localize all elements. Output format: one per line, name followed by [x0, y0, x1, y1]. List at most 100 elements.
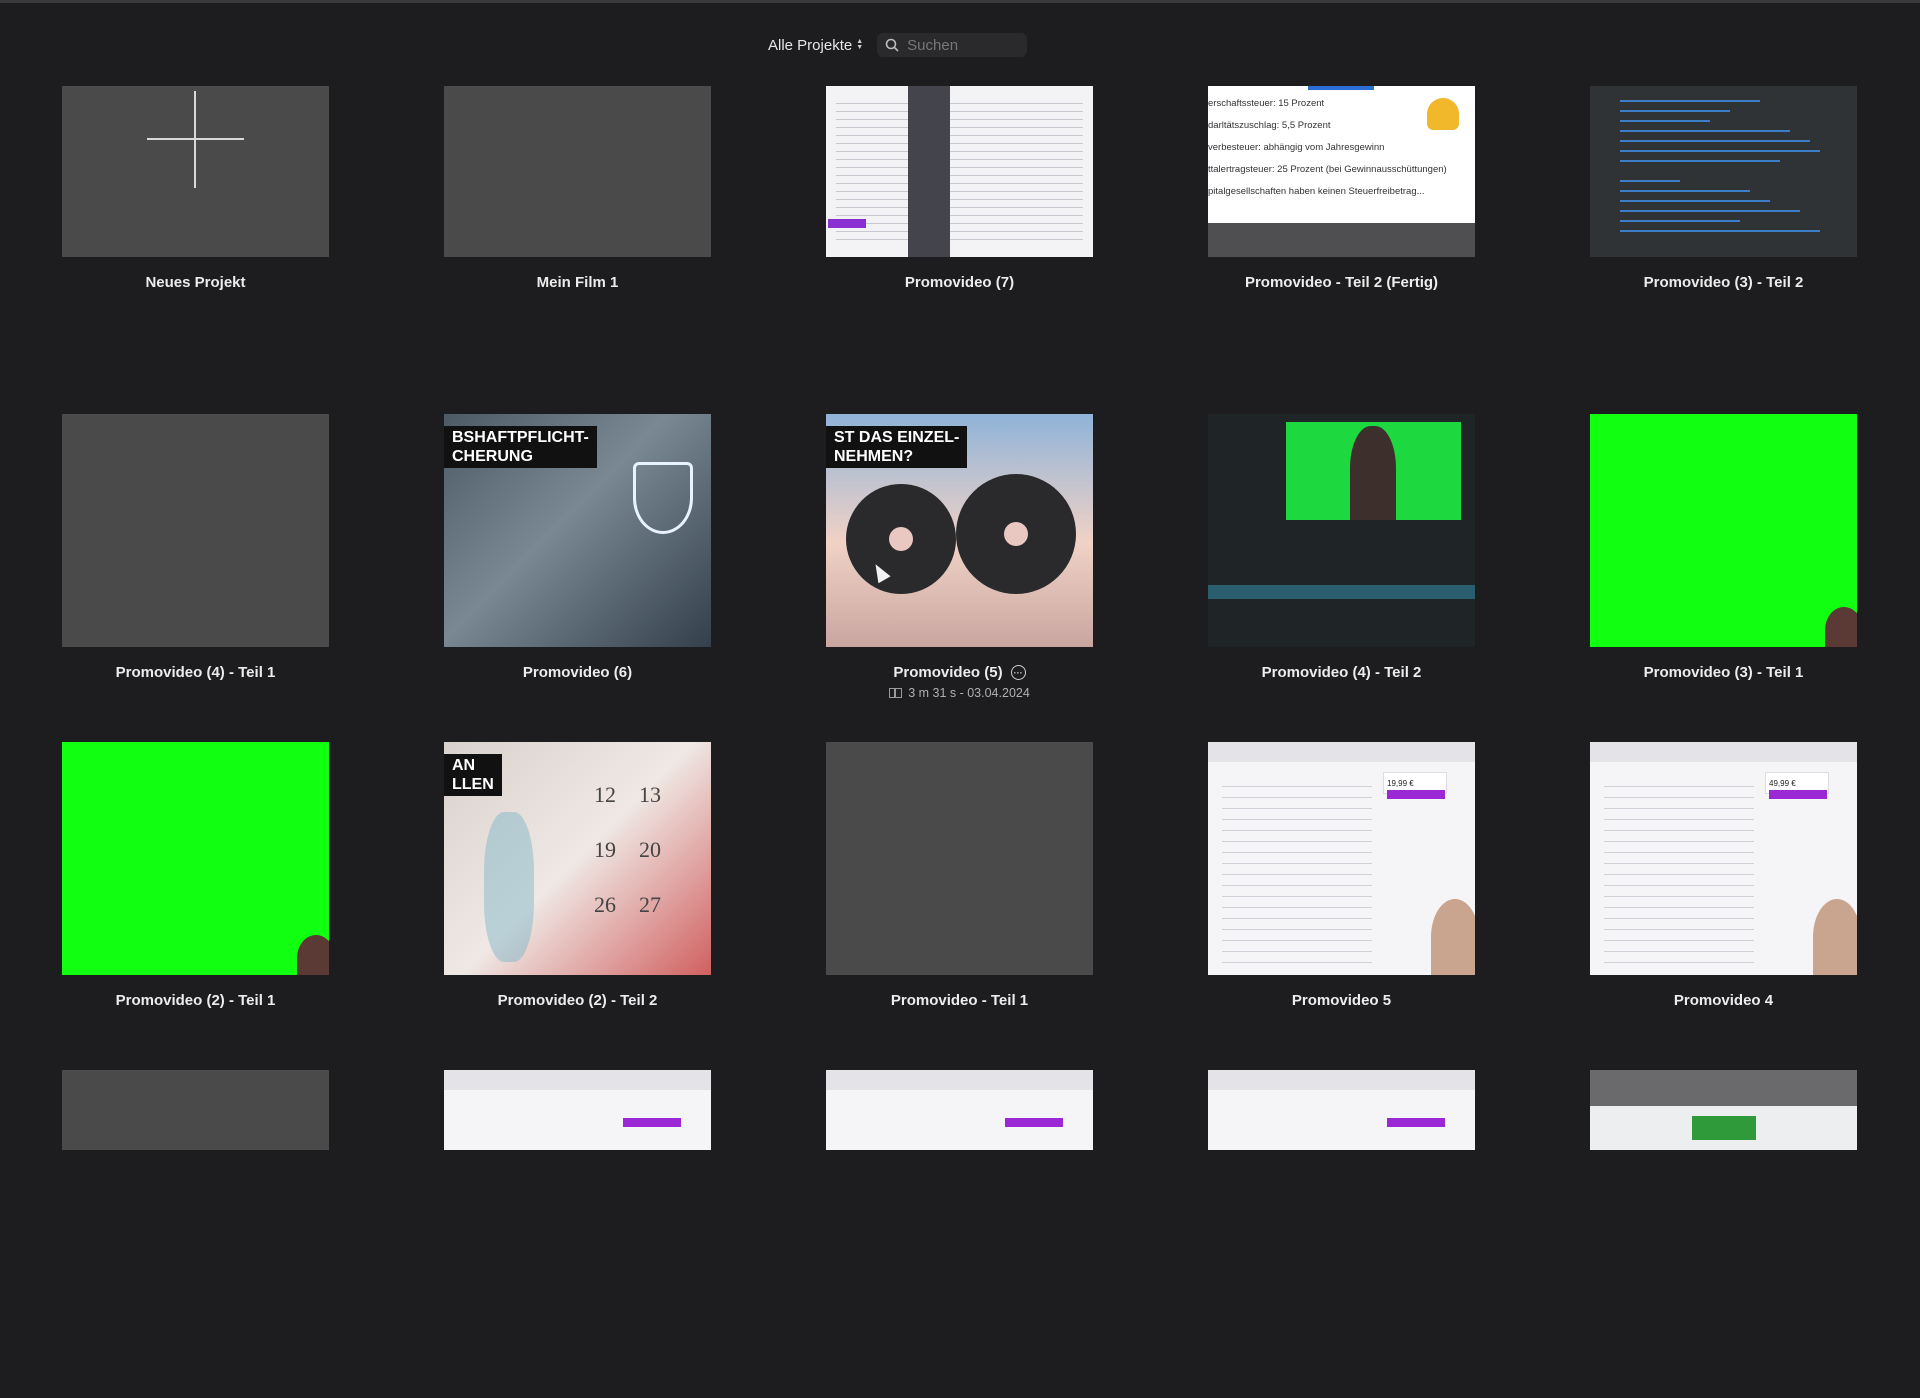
thumbnail-dropdown-list — [908, 86, 950, 257]
project-card[interactable]: Promovideo (3) - Teil 2 — [1590, 86, 1857, 414]
project-title: Promovideo (3) - Teil 1 — [1643, 664, 1804, 681]
thumbnail-banner: AN LLEN — [444, 754, 502, 796]
banner-line: LLEN — [452, 776, 494, 793]
calendar-number: 13 — [639, 782, 661, 807]
thumbnail-text: verbesteuer: abhängig vom Jahresgewinn — [1208, 142, 1385, 153]
project-title: Promovideo 4 — [1673, 992, 1774, 1009]
project-thumbnail[interactable]: 49,99 € — [1590, 742, 1857, 975]
project-title: Promovideo (5) ··· — [893, 664, 1026, 681]
project-filter-dropdown[interactable]: Alle Projekte ▲ ▼ — [768, 37, 863, 54]
project-title: Promovideo (2) - Teil 1 — [115, 992, 276, 1009]
project-card[interactable] — [1208, 1070, 1475, 1398]
magnifier-icon — [885, 38, 899, 52]
project-grid: Neues Projekt Mein Film 1 Promovideo (7)… — [62, 86, 1857, 1398]
hourglass-icon — [484, 812, 534, 962]
project-thumbnail[interactable] — [444, 86, 711, 257]
thumbnail-header — [826, 1070, 1093, 1090]
project-thumbnail[interactable] — [62, 1070, 329, 1150]
thumbnail-text-lines — [836, 96, 1083, 247]
project-card[interactable]: Promovideo (7) — [826, 86, 1093, 414]
project-card[interactable] — [62, 1070, 329, 1398]
calendar-number: 12 — [594, 782, 616, 807]
search-field[interactable] — [877, 33, 1028, 57]
project-thumbnail[interactable] — [1590, 86, 1857, 257]
project-card[interactable]: erschaftssteuer: 15 Prozent darltätszusc… — [1208, 86, 1475, 414]
thumbnail-purple-button — [1387, 1118, 1445, 1127]
thumbnail-line — [1620, 200, 1770, 202]
thumbnail-person — [1813, 899, 1857, 975]
library-toolbar: Alle Projekte ▲ ▼ — [768, 32, 1028, 58]
trophy-icon — [1427, 98, 1459, 130]
project-thumbnail[interactable] — [444, 1070, 711, 1150]
project-card[interactable] — [1590, 1070, 1857, 1398]
project-thumbnail[interactable] — [826, 742, 1093, 975]
project-card[interactable]: Promovideo (4) - Teil 1 — [62, 414, 329, 742]
thumbnail-person — [1825, 607, 1857, 647]
project-card[interactable]: Mein Film 1 — [444, 86, 711, 414]
project-meta: 3 m 31 s - 03.04.2024 — [889, 686, 1030, 700]
thumbnail-header — [1208, 742, 1475, 762]
thumbnail-header — [444, 1070, 711, 1090]
project-duration-date: 3 m 31 s - 03.04.2024 — [908, 686, 1030, 700]
project-card[interactable]: Promovideo (2) - Teil 1 — [62, 742, 329, 1070]
project-card[interactable]: Promovideo (3) - Teil 1 — [1590, 414, 1857, 742]
project-title: Promovideo - Teil 1 — [890, 992, 1029, 1009]
project-title: Promovideo (2) - Teil 2 — [497, 992, 658, 1009]
filmstrip-icon — [889, 688, 903, 698]
banner-line: ST DAS EINZEL- — [834, 429, 960, 446]
new-project-thumbnail[interactable] — [62, 86, 329, 257]
project-thumbnail[interactable] — [1590, 1070, 1857, 1150]
calendar-number: 19 — [594, 837, 616, 862]
thumbnail-purple-button — [1005, 1118, 1063, 1127]
project-thumbnail[interactable] — [826, 86, 1093, 257]
thumbnail-purple-button — [828, 219, 866, 228]
project-thumbnail[interactable] — [62, 742, 329, 975]
thumbnail-purple-button — [1387, 790, 1445, 799]
thumbnail-line — [1620, 120, 1710, 122]
project-card[interactable] — [826, 1070, 1093, 1398]
project-title: Neues Projekt — [145, 274, 246, 291]
project-thumbnail[interactable]: erschaftssteuer: 15 Prozent darltätszusc… — [1208, 86, 1475, 257]
calendar-number: 27 — [639, 892, 661, 917]
thumbnail-header — [1208, 1070, 1475, 1090]
project-card[interactable]: BSHAFTPFLICHT- CHERUNG Promovideo (6) — [444, 414, 711, 742]
project-title: Promovideo (4) - Teil 1 — [115, 664, 276, 681]
project-thumbnail[interactable] — [1208, 414, 1475, 647]
thumbnail-purple-button — [623, 1118, 681, 1127]
project-thumbnail[interactable]: 19,99 € — [1208, 742, 1475, 975]
project-card[interactable]: 19,99 € Promovideo 5 — [1208, 742, 1475, 1070]
thumbnail-price: 19,99 € — [1387, 779, 1414, 788]
search-input[interactable] — [905, 35, 1020, 55]
project-card[interactable]: 12 13 19 20 26 27 AN LLEN Promovideo (2)… — [444, 742, 711, 1070]
thumbnail-accent-bar — [1308, 86, 1374, 90]
thumbnail-rows — [1222, 776, 1372, 965]
project-card[interactable]: 49,99 € Promovideo 4 — [1590, 742, 1857, 1070]
plus-icon-vertical — [194, 91, 196, 188]
thumbnail-banner: BSHAFTPFLICHT- CHERUNG — [444, 426, 597, 468]
project-card[interactable]: Promovideo - Teil 1 — [826, 742, 1093, 1070]
project-filter-label: Alle Projekte — [768, 36, 853, 54]
project-card-new[interactable]: Neues Projekt — [62, 86, 329, 414]
project-thumbnail[interactable] — [826, 1070, 1093, 1150]
thumbnail-text: darltätszuschlag: 5,5 Prozent — [1208, 120, 1331, 131]
project-thumbnail[interactable]: BSHAFTPFLICHT- CHERUNG — [444, 414, 711, 647]
project-title-text: Promovideo (5) — [893, 664, 1003, 681]
thumbnail-line — [1620, 140, 1810, 142]
thumbnail-line — [1620, 180, 1680, 182]
project-thumbnail[interactable] — [62, 414, 329, 647]
up-down-chevron-icon: ▲ ▼ — [856, 38, 864, 51]
thumbnail-purple-button — [1769, 790, 1827, 799]
thumbnail-person — [297, 935, 329, 975]
project-thumbnail[interactable] — [1590, 414, 1857, 647]
thumbnail-price: 49,99 € — [1769, 779, 1796, 788]
project-card[interactable] — [444, 1070, 711, 1398]
shield-check-icon — [633, 462, 693, 534]
project-thumbnail[interactable]: ST DAS EINZEL- NEHMEN? — [826, 414, 1093, 647]
project-card[interactable]: Promovideo (4) - Teil 2 — [1208, 414, 1475, 742]
project-card-selected[interactable]: ST DAS EINZEL- NEHMEN? Promovideo (5) ··… — [826, 414, 1093, 742]
project-thumbnail[interactable]: 12 13 19 20 26 27 AN LLEN — [444, 742, 711, 975]
more-options-icon[interactable]: ··· — [1010, 665, 1026, 680]
project-title: Promovideo (7) — [904, 274, 1015, 291]
thumbnail-bottom-bar — [1208, 223, 1475, 257]
project-thumbnail[interactable] — [1208, 1070, 1475, 1150]
